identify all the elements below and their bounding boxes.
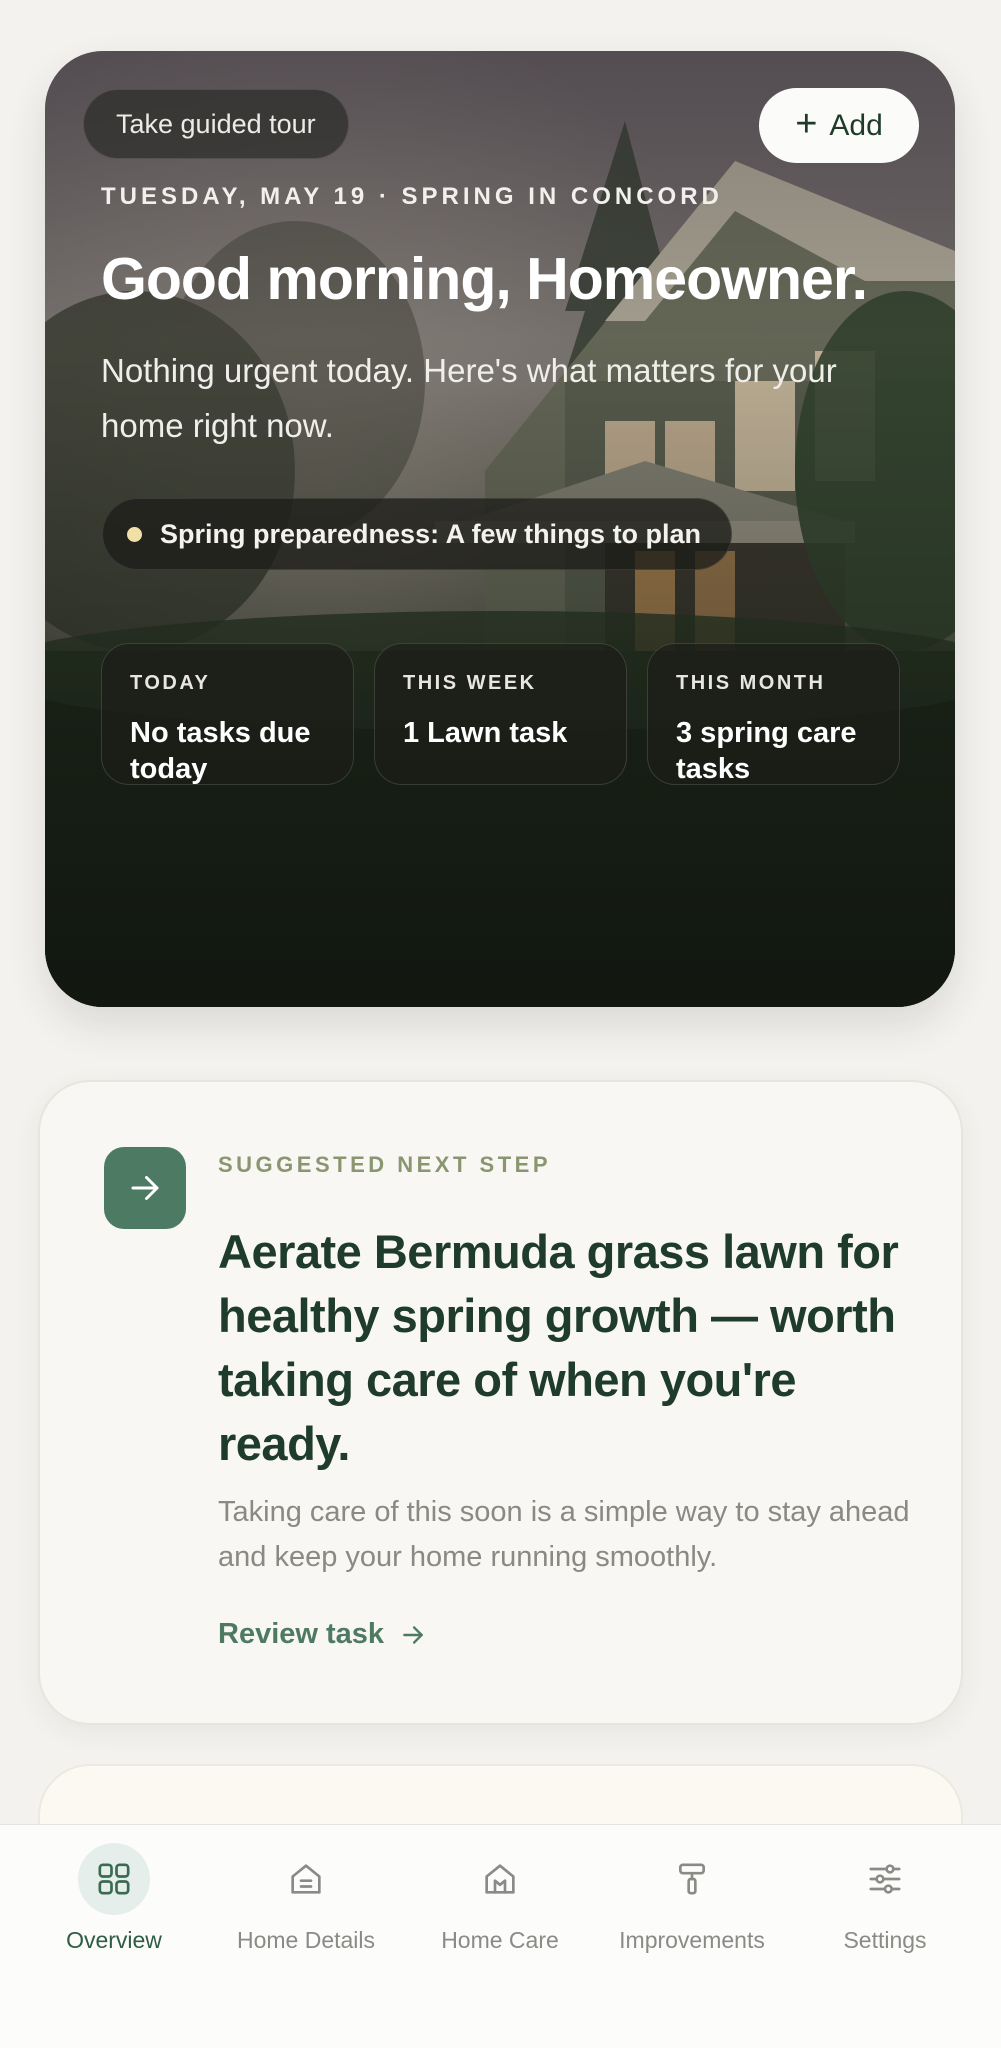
grid-icon bbox=[78, 1843, 150, 1915]
suggested-body: Taking care of this soon is a simple way… bbox=[218, 1496, 910, 1573]
suggested-title: Aerate Bermuda grass lawn for healthy sp… bbox=[218, 1225, 899, 1470]
stat-label: TODAY bbox=[130, 672, 211, 694]
review-task-label: Review task bbox=[218, 1618, 385, 1650]
nav-label: Overview bbox=[66, 1927, 162, 1953]
status-dot-icon bbox=[127, 526, 142, 542]
date-line: TUESDAY, MAY 19 · SPRING IN CONCORD bbox=[101, 183, 723, 210]
nav-item-overview[interactable]: Overview bbox=[18, 1843, 210, 1954]
seasonal-alert-pill[interactable]: Spring preparedness: A few things to pla… bbox=[102, 498, 733, 570]
sliders-icon bbox=[849, 1843, 921, 1915]
add-label: Add bbox=[829, 108, 883, 142]
stat-card-this-week[interactable]: THIS WEEK 1 Lawn task bbox=[374, 643, 627, 785]
stat-card-this-month[interactable]: THIS MONTH 3 spring care tasks bbox=[647, 643, 900, 785]
stat-card-today[interactable]: TODAY No tasks due today bbox=[101, 643, 354, 785]
stat-value: 3 spring care tasks bbox=[676, 717, 857, 785]
guided-tour-label: Take guided tour bbox=[116, 108, 316, 139]
hero-card: Take guided tour + Add TUESDAY, MAY 19 ·… bbox=[45, 51, 955, 1007]
greeting-title: Good morning, Homeowner. bbox=[101, 246, 868, 312]
nav-item-home-details[interactable]: Home Details bbox=[210, 1843, 402, 1954]
nav-item-settings[interactable]: Settings bbox=[789, 1843, 981, 1954]
nav-item-home-care[interactable]: Home Care bbox=[404, 1843, 596, 1954]
plus-icon: + bbox=[795, 103, 818, 145]
greeting-subtitle: Nothing urgent today. Here's what matter… bbox=[101, 352, 837, 444]
stat-value: No tasks due today bbox=[130, 717, 311, 785]
add-button[interactable]: + Add bbox=[759, 88, 919, 163]
suggested-eyebrow: SUGGESTED NEXT STEP bbox=[218, 1152, 551, 1177]
house-care-icon bbox=[464, 1843, 536, 1915]
nav-item-improvements[interactable]: Improvements bbox=[596, 1843, 788, 1954]
nav-label: Home Care bbox=[441, 1927, 559, 1953]
paint-roller-icon bbox=[656, 1843, 728, 1915]
guided-tour-button[interactable]: Take guided tour bbox=[83, 89, 349, 159]
nav-label: Home Details bbox=[236, 1927, 376, 1953]
suggested-step-card: SUGGESTED NEXT STEP Aerate Bermuda grass… bbox=[38, 1080, 963, 1725]
stat-label: THIS WEEK bbox=[403, 672, 537, 694]
arrow-right-icon[interactable] bbox=[104, 1147, 186, 1229]
bottom-nav: Overview Home Details Home Care Improvem… bbox=[0, 1824, 1001, 2048]
review-task-link[interactable]: Review task bbox=[218, 1618, 426, 1651]
arrow-right-icon bbox=[403, 1625, 423, 1644]
seasonal-alert-text: Spring preparedness: A few things to pla… bbox=[160, 518, 702, 549]
house-doc-icon bbox=[270, 1843, 342, 1915]
nav-label: Settings bbox=[843, 1927, 927, 1953]
stat-label: THIS MONTH bbox=[676, 672, 826, 694]
stat-value: 1 Lawn task bbox=[403, 717, 568, 749]
nav-label: Improvements bbox=[619, 1927, 765, 1953]
